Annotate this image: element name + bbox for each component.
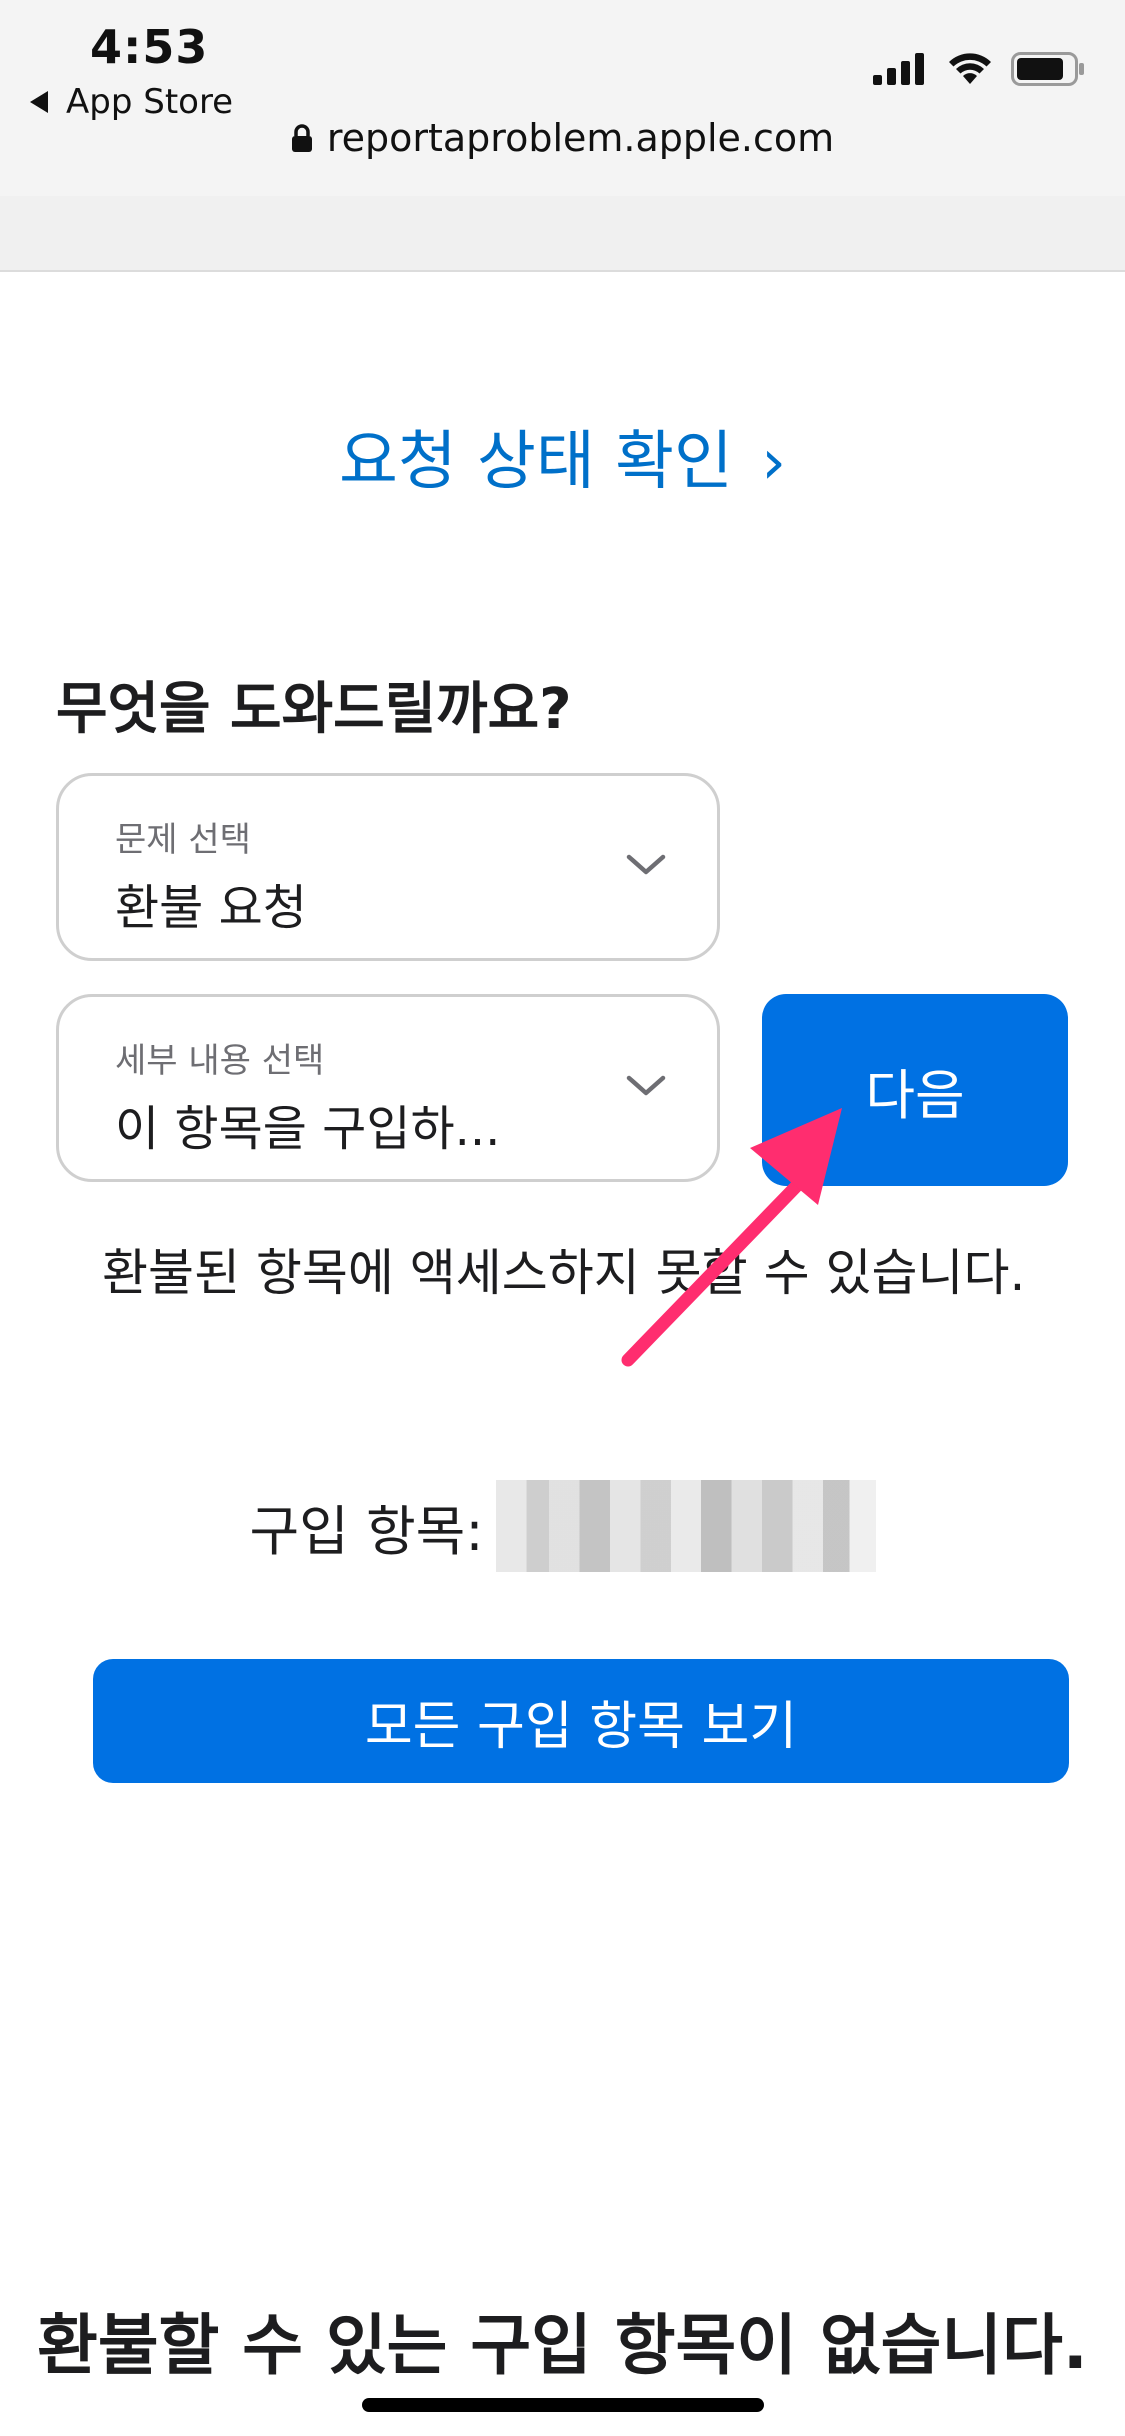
annotation-arrow-icon: [621, 1108, 842, 1367]
detail-select-label: 세부 내용 선택: [115, 1041, 325, 1081]
view-all-purchases-button[interactable]: 모든 구입 항목 보기: [93, 1659, 1069, 1783]
next-button[interactable]: 다음: [762, 994, 1068, 1186]
detail-select-value: 이 항목을 구입하...: [115, 1101, 501, 1157]
issue-select-label: 문제 선택: [115, 820, 251, 860]
refund-notice: 환불된 항목에 액세스하지 못할 수 있습니다.: [102, 1244, 1026, 1302]
chevron-down-icon: [626, 1075, 666, 1096]
battery-icon: [1011, 52, 1084, 86]
check-request-status-link[interactable]: 요청 상태 확인 ›: [0, 410, 1125, 502]
purchase-item-name-redacted: [495, 1480, 876, 1572]
url-bar[interactable]: reportaproblem.apple.com: [0, 116, 1125, 160]
form-heading: 무엇을 도와드릴까요?: [56, 677, 572, 742]
chevron-down-icon: [626, 854, 666, 875]
url-text: reportaproblem.apple.com: [326, 116, 835, 160]
browser-chrome: 4:53 App Store reportaproblem.apple.com: [0, 0, 1125, 198]
purchase-item-label: 구입 항목:: [249, 1499, 484, 1563]
issue-select-value: 환불 요청: [115, 880, 307, 936]
status-icons: [873, 52, 1085, 86]
wifi-icon: [949, 53, 991, 84]
cellular-signal-icon: [873, 53, 924, 85]
status-time: 4:53: [90, 20, 209, 74]
detail-select[interactable]: 세부 내용 선택 이 항목을 구입하...: [56, 994, 720, 1182]
home-indicator[interactable]: [362, 2398, 764, 2412]
chevron-right-icon: ›: [761, 425, 787, 498]
check-status-label: 요청 상태 확인: [338, 425, 733, 499]
lock-icon: [291, 124, 312, 152]
issue-select[interactable]: 문제 선택 환불 요청: [56, 773, 720, 961]
browser-toolbar-strip: [0, 196, 1125, 272]
back-triangle-icon: [30, 91, 48, 113]
purchase-item-row: 구입 항목:: [0, 1480, 1125, 1572]
no-refundable-purchases-title: 환불할 수 있는 구입 항목이 없습니다.: [37, 2307, 1088, 2384]
